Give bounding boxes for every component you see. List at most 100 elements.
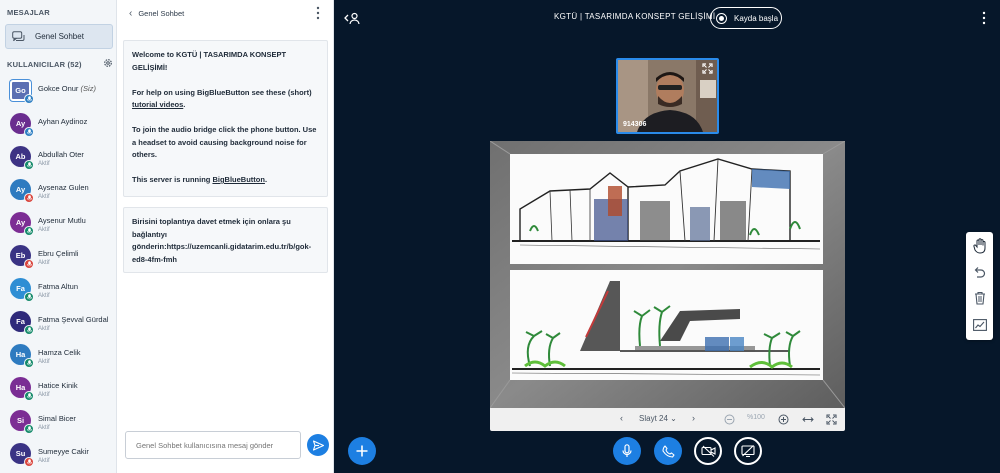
chat-message-input[interactable] [125, 431, 301, 459]
user-name-text: Fatma Şevval Gürdal [38, 315, 109, 324]
user-status: Aktif [38, 359, 50, 365]
zoom-level: %100 [747, 414, 765, 421]
video-camera-off-icon [700, 445, 716, 457]
gear-icon[interactable] [103, 58, 113, 68]
user-list-item[interactable]: Go Gokce Onur (Siz) [0, 76, 116, 109]
options-menu-icon[interactable] [981, 11, 987, 25]
send-icon [312, 439, 324, 451]
webcam-toggle-button[interactable] [694, 437, 722, 465]
user-list-item[interactable]: Si Simal Bicer Aktif [0, 406, 116, 439]
audio-instructions: To join the audio bridge click the phone… [132, 125, 317, 159]
user-list: Go Gokce Onur (Siz) Ay Ayhan Aydinoz Ab Abdul… [0, 76, 116, 472]
clear-annotations-button[interactable] [970, 288, 989, 307]
user-list-item[interactable]: Ay Ayhan Aydinoz [0, 109, 116, 142]
user-status-badge-icon [24, 391, 34, 401]
send-message-button[interactable] [307, 434, 329, 456]
prev-slide-icon[interactable]: ‹ [620, 413, 623, 423]
fullscreen-icon[interactable] [702, 63, 713, 74]
user-list-item[interactable]: Ay Aysenaz Gulen Aktif [0, 175, 116, 208]
zoom-in-icon[interactable] [778, 414, 789, 425]
user-list-item[interactable]: Ha Hamza Celik Aktif [0, 340, 116, 373]
actions-plus-button[interactable] [348, 437, 376, 465]
user-status-badge-icon [24, 358, 34, 368]
user-name: Ayhan Aydinoz [38, 117, 87, 126]
fullscreen-presentation-icon[interactable] [826, 414, 837, 425]
user-list-item[interactable]: Ha Hatice Kinik Aktif [0, 373, 116, 406]
user-status-badge-icon [24, 127, 34, 137]
users-section-title: KULLANICILAR (52) [7, 60, 82, 69]
microphone-button[interactable] [613, 437, 641, 465]
user-name: Simal Bicer [38, 414, 76, 423]
webcam-video[interactable]: 914306 [616, 58, 719, 134]
user-name-text: Hatice Kinik [38, 381, 78, 390]
user-status-badge-icon [24, 226, 34, 236]
meeting-main-area: KGTÜ | TASARIMDA KONSEPT GELİŞİMİ Kayda … [334, 0, 1000, 473]
undo-icon [974, 267, 986, 278]
user-name: Ebru Çelimli [38, 249, 78, 258]
user-status-badge-icon [24, 193, 34, 203]
chat-bubbles-icon [12, 30, 25, 41]
chat-panel: ‹ Genel Sohbet Welcome to KGTÜ | TASARIM… [117, 0, 334, 473]
chat-header[interactable]: ‹ Genel Sohbet [129, 8, 184, 19]
meeting-title: KGTÜ | TASARIMDA KONSEPT GELİŞİMİ [554, 12, 716, 21]
zoom-out-icon[interactable] [724, 414, 735, 425]
user-status-badge-icon [24, 94, 34, 104]
user-name-text: Gokce Onur [38, 84, 79, 93]
slide-selector[interactable]: Slayt 24 ⌄ [639, 414, 677, 423]
tutorial-videos-link[interactable]: tutorial videos [132, 100, 183, 109]
next-slide-icon[interactable]: › [692, 413, 695, 423]
user-list-item[interactable]: Su Sumeyye Cakir Aktif [0, 439, 116, 472]
user-status: Aktif [38, 161, 50, 167]
users-toggle-icon[interactable] [344, 11, 360, 25]
user-name: Gokce Onur (Siz) [38, 84, 96, 93]
presentation-slide[interactable] [489, 140, 846, 409]
public-chat-item[interactable]: Genel Sohbet [5, 24, 113, 49]
user-name: Aysenur Mutlu [38, 216, 86, 225]
plus-icon [356, 445, 368, 457]
user-name-text: Hamza Celik [38, 348, 81, 357]
user-name: Fatma Şevval Gürdal [38, 315, 108, 324]
user-status: Aktif [38, 458, 50, 464]
phone-audio-button[interactable] [654, 437, 682, 465]
architecture-sketch-image [489, 140, 846, 409]
user-list-item[interactable]: Eb Ebru Çelimli Aktif [0, 241, 116, 274]
more-options-icon[interactable] [315, 6, 321, 20]
start-recording-button[interactable]: Kayda başla [710, 7, 782, 29]
user-status-badge-icon [24, 160, 34, 170]
user-name: Abdullah Oter [38, 150, 84, 159]
welcome-prefix: Welcome to [132, 50, 177, 59]
presentation-toolbar: ‹ Slayt 24 ⌄ › %100 [490, 408, 845, 431]
messages-section-title: MESAJLAR [7, 8, 50, 17]
hand-tool-button[interactable] [970, 236, 989, 255]
server-text: This server is running [132, 175, 213, 184]
screenshare-button[interactable] [734, 437, 762, 465]
public-chat-label: Genel Sohbet [35, 32, 84, 41]
user-name: Hatice Kinik [38, 381, 78, 390]
user-you-suffix: (Siz) [80, 84, 96, 93]
bigbluebutton-link[interactable]: BigBlueButton [212, 175, 265, 184]
phone-icon [661, 444, 675, 458]
undo-button[interactable] [970, 262, 989, 281]
multi-user-whiteboard-button[interactable] [970, 315, 989, 334]
user-status: Aktif [38, 326, 50, 332]
user-status: Aktif [38, 425, 50, 431]
user-list-item[interactable]: Fa Fatma Altun Aktif [0, 274, 116, 307]
user-list-item[interactable]: Ab Abdullah Oter Aktif [0, 142, 116, 175]
user-name: Sumeyye Cakir [38, 447, 89, 456]
chat-header-title: Genel Sohbet [138, 9, 185, 18]
user-list-item[interactable]: Ay Aysenur Mutlu Aktif [0, 208, 116, 241]
presentation-area: ‹ Slayt 24 ⌄ › %100 [489, 140, 846, 431]
user-status-badge-icon [24, 259, 34, 269]
server-suffix: . [264, 175, 268, 184]
user-status-badge-icon [24, 457, 34, 467]
hand-icon [972, 237, 985, 254]
slide-label: Slayt 24 [639, 414, 668, 423]
fit-width-icon[interactable] [802, 415, 814, 424]
screenshare-off-icon [741, 445, 755, 457]
microphone-icon [622, 444, 632, 457]
chevron-left-icon[interactable]: ‹ [129, 8, 132, 19]
user-name-text: Aysenur Mutlu [38, 216, 86, 225]
user-name-text: Sumeyye Cakir [38, 447, 89, 456]
user-list-item[interactable]: Fa Fatma Şevval Gürdal Aktif [0, 307, 116, 340]
user-status: Aktif [38, 194, 50, 200]
